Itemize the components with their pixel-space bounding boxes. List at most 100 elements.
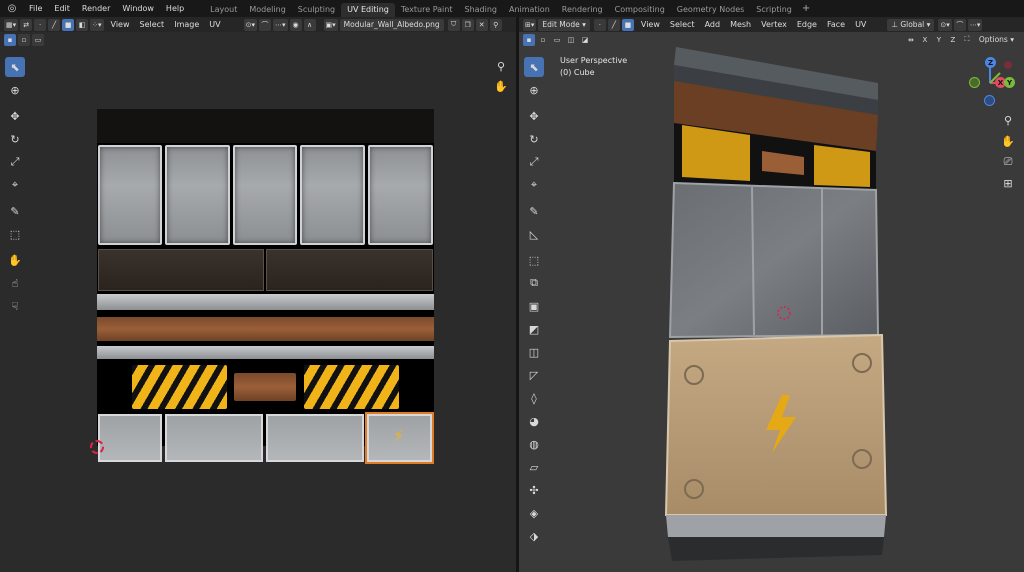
vp-shear-icon[interactable]: ◈ [524, 503, 544, 523]
vp-menu-vertex[interactable]: Vertex [756, 20, 792, 29]
vp-loop-cut-icon[interactable]: ◫ [524, 342, 544, 362]
vp-extrude-icon[interactable]: ⧉ [524, 273, 544, 293]
pivot-icon[interactable]: ⊙▾ [243, 18, 257, 31]
edge-mode-icon[interactable]: ╱ [607, 18, 620, 31]
menu-render[interactable]: Render [76, 0, 116, 17]
vertex-select-icon[interactable]: · [34, 18, 47, 31]
falloff-icon[interactable]: ∧ [303, 18, 316, 31]
image-browse-icon[interactable]: ▣▾ [323, 18, 338, 31]
uv-menu-image[interactable]: Image [169, 20, 204, 29]
mirror-icon[interactable]: ⇹ [904, 33, 917, 46]
vp-menu-face[interactable]: Face [822, 20, 850, 29]
snap-element-icon[interactable]: ⋯▾ [967, 18, 983, 31]
select-mode-new-icon[interactable]: ▪ [4, 33, 16, 46]
snap-toggle-icon[interactable]: ⌒ [953, 18, 966, 31]
vp-menu-select[interactable]: Select [665, 20, 700, 29]
pinch-icon[interactable]: ☟ [5, 296, 25, 316]
vp-rotate-icon[interactable]: ↻ [524, 129, 544, 149]
move-icon[interactable]: ✥ [5, 106, 25, 126]
tab-geometry-nodes[interactable]: Geometry Nodes [671, 3, 750, 17]
vp-add-cube-icon[interactable]: ⬚ [524, 250, 544, 270]
vp-menu-view[interactable]: View [636, 20, 665, 29]
proportional-edit-icon[interactable]: ◉ [289, 18, 302, 31]
vp-select-intersect-icon[interactable]: ◪ [579, 33, 591, 46]
island-select-icon[interactable]: ◧ [76, 18, 89, 31]
vp-bevel-icon[interactable]: ◩ [524, 319, 544, 339]
tweak-select-icon[interactable]: ⬉ [5, 57, 25, 77]
new-image-icon[interactable]: ❐ [461, 18, 474, 31]
vp-spin-icon[interactable]: ◕ [524, 411, 544, 431]
vp-measure-icon[interactable]: ◺ [524, 224, 544, 244]
2d-cursor-icon[interactable] [90, 440, 104, 454]
blender-logo-icon[interactable]: ◎ [5, 2, 19, 16]
face-mode-icon[interactable]: ■ [621, 18, 634, 31]
mirror-z-toggle[interactable]: Z [946, 33, 959, 46]
vp-select-new-icon[interactable]: ▪ [523, 33, 535, 46]
vp-smooth-icon[interactable]: ◍ [524, 434, 544, 454]
editor-type-icon[interactable]: ▦▾ [4, 18, 19, 31]
zoom-icon[interactable]: ⚲ [492, 57, 510, 75]
orientation-selector[interactable]: ⊥ Global ▾ [887, 18, 935, 31]
rotate-icon[interactable]: ↻ [5, 129, 25, 149]
vp-edge-slide-icon[interactable]: ▱ [524, 457, 544, 477]
fake-user-icon[interactable]: ⛉ [447, 18, 460, 31]
tab-modeling[interactable]: Modeling [243, 3, 291, 17]
uv-menu-select[interactable]: Select [135, 20, 170, 29]
pan-hand-icon[interactable]: ✋ [492, 77, 510, 95]
grab-icon[interactable]: ✋ [5, 250, 25, 270]
select-mode-subtract-icon[interactable]: ▭ [32, 33, 44, 46]
mode-selector[interactable]: Edit Mode ▾ [538, 18, 590, 31]
gizmo-neg-x-axis[interactable] [1004, 61, 1012, 69]
add-workspace-button[interactable]: + [798, 3, 814, 14]
vp-menu-mesh[interactable]: Mesh [725, 20, 756, 29]
auto-merge-icon[interactable]: ⛶ [960, 33, 973, 46]
transform-icon[interactable]: ⌖ [5, 175, 25, 195]
pivot-point-icon[interactable]: ⊙▾ [938, 18, 952, 31]
select-mode-extend-icon[interactable]: ▫ [18, 33, 30, 46]
tab-sculpting[interactable]: Sculpting [292, 3, 341, 17]
tab-uv-editing[interactable]: UV Editing [341, 2, 395, 17]
vp-shrink-icon[interactable]: ✣ [524, 480, 544, 500]
sticky-select-icon[interactable]: ⁘▾ [90, 18, 104, 31]
relax-icon[interactable]: ☝ [5, 273, 25, 293]
vp-ortho-grid-icon[interactable]: ⊞ [999, 174, 1017, 192]
mirror-x-toggle[interactable]: X [918, 33, 931, 46]
image-name-field[interactable]: Modular_Wall_Albedo.png [339, 18, 444, 31]
vp-inset-icon[interactable]: ▣ [524, 296, 544, 316]
gizmo-neg-z-axis[interactable] [984, 95, 995, 106]
uv-menu-view[interactable]: View [106, 20, 135, 29]
face-select-icon[interactable]: ■ [62, 18, 75, 31]
pin-icon[interactable]: ⚲ [489, 18, 502, 31]
close-image-icon[interactable]: ✕ [475, 18, 488, 31]
gizmo-y-axis[interactable]: Y [1004, 77, 1015, 88]
vp-menu-edge[interactable]: Edge [792, 20, 822, 29]
snap-icon[interactable]: ⌒ [258, 18, 271, 31]
menu-help[interactable]: Help [160, 0, 190, 17]
vp-move-icon[interactable]: ✥ [524, 106, 544, 126]
snap-target-icon[interactable]: ⋯▾ [272, 18, 288, 31]
vp-select-subtract-icon[interactable]: ▭ [551, 33, 563, 46]
vp-poly-build-icon[interactable]: ◊ [524, 388, 544, 408]
tab-compositing[interactable]: Compositing [609, 3, 671, 17]
vp-zoom-icon[interactable]: ⚲ [999, 111, 1017, 129]
annotate-icon[interactable]: ✎ [5, 201, 25, 221]
vp-knife-icon[interactable]: ◸ [524, 365, 544, 385]
navigation-gizmo[interactable]: Z X Y [964, 55, 1022, 113]
vp-scale-icon[interactable]: ⤢ [524, 152, 544, 172]
vp-menu-add[interactable]: Add [700, 20, 726, 29]
edge-select-icon[interactable]: ╱ [48, 18, 61, 31]
cursor-icon[interactable]: ⊕ [5, 80, 25, 100]
uv-menu-uv[interactable]: UV [204, 20, 225, 29]
options-dropdown[interactable]: Options ▾ [974, 33, 1018, 46]
vp-select-extend-icon[interactable]: ▫ [537, 33, 549, 46]
tab-layout[interactable]: Layout [204, 3, 243, 17]
modular-wall-model[interactable] [662, 45, 888, 565]
tab-animation[interactable]: Animation [503, 3, 556, 17]
menu-window[interactable]: Window [116, 0, 160, 17]
vp-cursor-icon[interactable]: ⊕ [524, 80, 544, 100]
vp-camera-icon[interactable]: ⎚ [999, 153, 1017, 171]
uv-texture-image[interactable]: ⚡ [97, 109, 434, 464]
menu-edit[interactable]: Edit [48, 0, 76, 17]
rip-region-icon[interactable]: ⬚ [5, 224, 25, 244]
vertex-mode-icon[interactable]: · [593, 18, 606, 31]
